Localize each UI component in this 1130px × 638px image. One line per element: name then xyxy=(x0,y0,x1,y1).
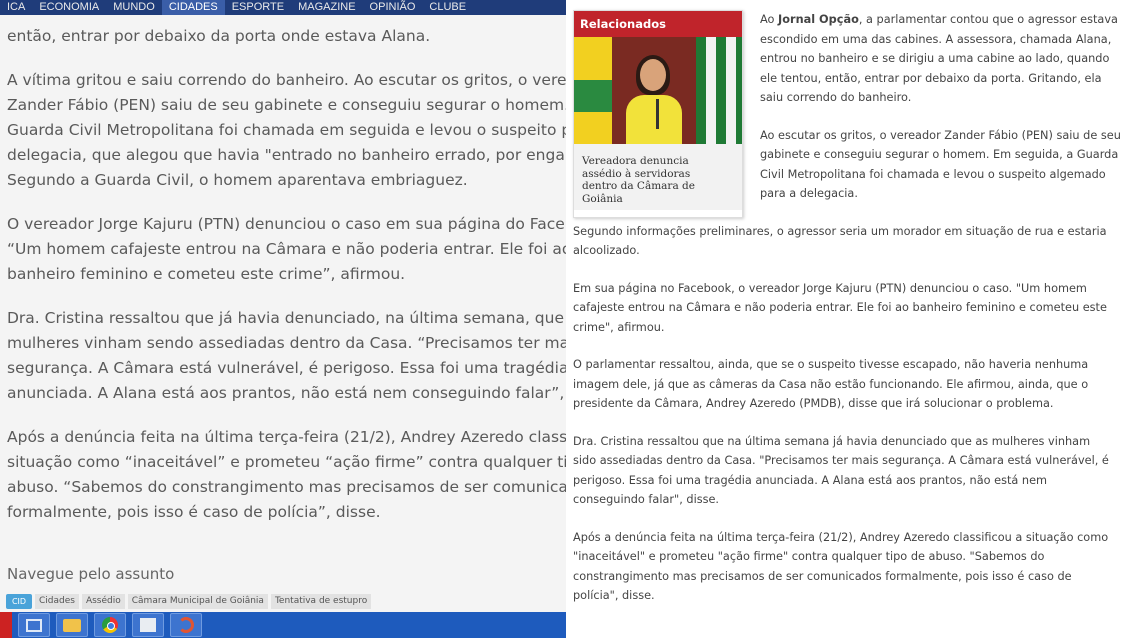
nav-item-ica[interactable]: ICA xyxy=(0,0,32,15)
article-paragraph: Ao escutar os gritos, o vereador Zander … xyxy=(573,126,1130,204)
windows-taskbar xyxy=(0,612,566,638)
taskbar-app[interactable] xyxy=(132,613,164,637)
right-article-panel: Relacionados Vereadora denuncia assédio … xyxy=(570,0,1130,638)
article-line: perigoso. Essa foi uma tragédia anunciad… xyxy=(573,473,1048,487)
article-line: O parlamentar ressaltou, ainda, que se o… xyxy=(573,358,1089,371)
red-swirl-app-icon xyxy=(178,617,194,633)
tag-tentativa-estupro[interactable]: Tentativa de estupro xyxy=(270,594,372,609)
article-line: imagem dele, já que as câmeras da Casa n… xyxy=(573,377,1089,391)
article-line: Após a denúncia feita na última terça-fe… xyxy=(573,530,1109,544)
article-line: O vereador Jorge Kajuru (PTN) denunciou … xyxy=(7,215,566,233)
article-line: gabinete e conseguiu segurar o homem. Em… xyxy=(760,148,1119,161)
nav-item-magazine[interactable]: MAGAZINE xyxy=(291,0,362,15)
article-paragraph: O parlamentar ressaltou, ainda, que se o… xyxy=(573,355,1130,414)
article-line: Civil Metropolitana foi chamada e levou … xyxy=(760,167,1106,181)
article-line: Zander Fábio (PEN) saiu de seu gabinete … xyxy=(7,96,566,114)
article-paragraph: Em sua página no Facebook, o vereador Jo… xyxy=(573,279,1130,338)
start-button-edge[interactable] xyxy=(0,612,12,638)
article-line: cafajeste entrou na Câmara e não poderia… xyxy=(573,301,1107,314)
article-paragraph: Após a denúncia feita na última terça-fe… xyxy=(573,528,1130,606)
article-line: “Um homem cafajeste entrou na Câmara e n… xyxy=(7,240,566,258)
article-line: formalmente, pois isso é caso de polícia… xyxy=(7,503,381,521)
article-line: segurança. A Câmara está vulnerável, é p… xyxy=(7,359,566,377)
folder-icon xyxy=(63,618,81,632)
article-line: alcoolizado. xyxy=(573,244,640,257)
nav-item-opiniao[interactable]: OPINIÃO xyxy=(363,0,423,15)
tag-cidades[interactable]: Cidades xyxy=(35,594,79,609)
left-article-body: então, entrar por debaixo da porta onde … xyxy=(7,24,566,544)
tag-assedio[interactable]: Assédio xyxy=(81,594,125,609)
article-paragraph: O vereador Jorge Kajuru (PTN) denunciou … xyxy=(7,212,566,287)
nav-item-clube[interactable]: CLUBE xyxy=(422,0,473,15)
head-shape xyxy=(640,59,666,91)
top-navigation-bar: ICA ECONOMIA MUNDO CIDADES ESPORTE MAGAZ… xyxy=(0,0,566,15)
article-line: situação como “inaceitável” e prometeu “… xyxy=(7,453,566,471)
article-paragraph: Segundo informações preliminares, o agre… xyxy=(573,222,1130,261)
topic-tags: CID Cidades Assédio Câmara Municipal de … xyxy=(6,594,372,609)
article-line: Dra. Cristina ressaltou que já havia den… xyxy=(7,309,566,327)
article-line: abuso. “Sabemos do constrangimento mas p… xyxy=(7,478,566,496)
article-line: crime", afirmou. xyxy=(573,320,665,334)
nav-item-economia[interactable]: ECONOMIA xyxy=(32,0,106,15)
article-line: Guarda Civil Metropolitana foi chamada e… xyxy=(7,121,566,139)
article-line: escondido em uma das cabines. A assessor… xyxy=(760,32,1112,46)
article-line: delegacia, que alegou que havia "entrado… xyxy=(7,146,566,164)
nav-item-cidades[interactable]: CIDADES xyxy=(161,0,225,15)
nav-item-esporte[interactable]: ESPORTE xyxy=(225,0,291,15)
article-line: Ao escutar os gritos, o vereador Zander … xyxy=(760,128,1121,142)
article-paragraph: Dra. Cristina ressaltou que na última se… xyxy=(573,432,1130,510)
left-article-panel: ICA ECONOMIA MUNDO CIDADES ESPORTE MAGAZ… xyxy=(0,0,566,638)
article-line: entrou no banheiro e se dirigiu a uma ca… xyxy=(760,52,1110,65)
taskbar-chrome[interactable] xyxy=(94,613,126,637)
newspaper-name: Jornal Opção xyxy=(778,13,859,26)
article-line: "inaceitável" e prometeu "ação firme" co… xyxy=(573,550,1045,563)
article-line: polícia", disse. xyxy=(573,589,655,602)
article-line: Após a denúncia feita na última terça-fe… xyxy=(7,428,566,446)
taskbar-folder[interactable] xyxy=(56,613,88,637)
article-line: saiu correndo do banheiro. xyxy=(760,91,912,104)
article-line: A vítima gritou e saiu correndo do banhe… xyxy=(7,71,566,89)
article-line: ele tentou, então, entrar por debaixo da… xyxy=(760,71,1102,85)
tag-icon: CID xyxy=(6,594,32,609)
article-paragraph: A vítima gritou e saiu correndo do banhe… xyxy=(7,68,566,193)
article-line: Segundo informações preliminares, o agre… xyxy=(573,224,1107,238)
nav-item-mundo[interactable]: MUNDO xyxy=(106,0,162,15)
app-window-icon xyxy=(140,618,156,632)
article-line: presidente da Câmara, Andrey Azeredo (PM… xyxy=(573,397,1054,410)
article-line: conseguindo falar", disse. xyxy=(573,493,720,506)
tag-camara-municipal[interactable]: Câmara Municipal de Goiânia xyxy=(127,594,268,609)
article-line: constrangimento mas precisamos de ser co… xyxy=(573,569,1072,583)
article-line: mulheres vinham sendo assediadas dentro … xyxy=(7,334,566,352)
article-paragraph: Após a denúncia feita na última terça-fe… xyxy=(7,425,566,525)
article-line: sido assediadas dentro da Casa. "Precisa… xyxy=(573,454,1109,467)
chrome-icon xyxy=(102,617,118,633)
article-line: então, entrar por debaixo da porta onde … xyxy=(7,27,431,45)
article-line: Ao Jornal Opção, a parlamentar contou qu… xyxy=(760,13,1118,26)
article-line: banheiro feminino e cometeu este crime”,… xyxy=(7,265,406,283)
taskbar-explorer[interactable] xyxy=(18,613,50,637)
article-line: para a delegacia. xyxy=(760,187,858,200)
article-line: Em sua página no Facebook, o vereador Jo… xyxy=(573,281,1087,295)
article-paragraph: então, entrar por debaixo da porta onde … xyxy=(7,24,563,49)
article-paragraph: Dra. Cristina ressaltou que já havia den… xyxy=(7,306,566,406)
navegue-heading: Navegue pelo assunto xyxy=(7,565,175,583)
article-line: anunciada. A Alana está aos prantos, não… xyxy=(7,384,566,402)
windows-explorer-icon xyxy=(26,618,42,632)
article-line: Dra. Cristina ressaltou que na última se… xyxy=(573,434,1091,448)
right-article-body: Ao Jornal Opção, a parlamentar contou qu… xyxy=(573,10,1130,624)
taskbar-red-app[interactable] xyxy=(170,613,202,637)
article-line: Segundo a Guarda Civil, o homem aparenta… xyxy=(7,171,468,189)
